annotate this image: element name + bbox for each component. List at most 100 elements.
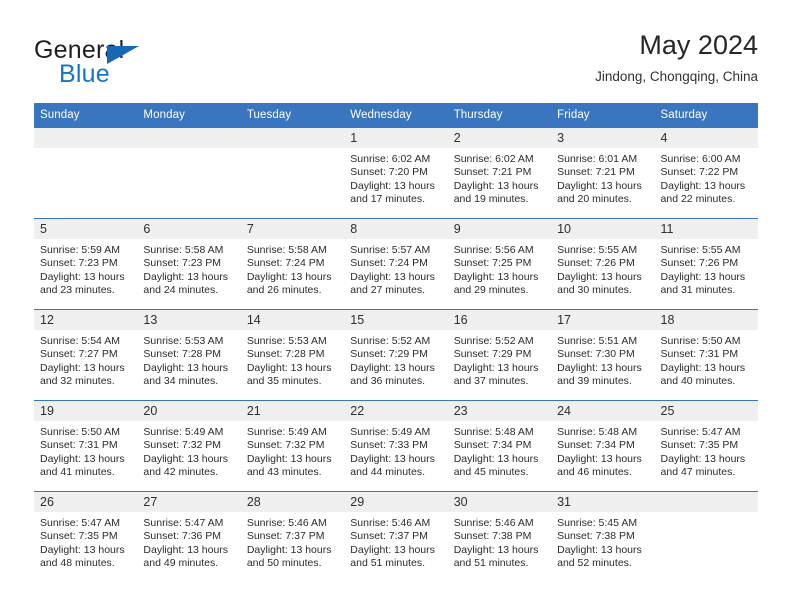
daylight-text-line2: and 49 minutes.	[143, 557, 219, 570]
calendar-day-cell[interactable]	[34, 128, 138, 219]
day-number: 29	[344, 492, 448, 512]
sunrise-text: Sunrise: 5:52 AM	[350, 335, 431, 347]
calendar-day-cell[interactable]: 4 Sunrise: 6:00 AM Sunset: 7:22 PM Dayli…	[654, 128, 758, 219]
sunset-text: Sunset: 7:29 PM	[350, 348, 428, 361]
daylight-text-line2: and 51 minutes.	[453, 557, 529, 570]
day-details: Sunrise: 5:52 AM Sunset: 7:29 PM Dayligh…	[448, 330, 551, 389]
calendar-day-cell[interactable]: 16 Sunrise: 5:52 AM Sunset: 7:29 PM Dayl…	[447, 309, 552, 401]
sunrise-text: Sunrise: 5:47 AM	[143, 517, 224, 529]
day-details	[137, 148, 240, 153]
calendar-day-cell[interactable]: 20 Sunrise: 5:49 AM Sunset: 7:32 PM Dayl…	[137, 400, 241, 492]
brand-logo[interactable]: General Blue	[34, 36, 234, 92]
daylight-text-line2: and 36 minutes.	[350, 375, 425, 388]
sunset-text: Sunset: 7:26 PM	[557, 257, 635, 270]
calendar-day-cell[interactable]: 11 Sunrise: 5:55 AM Sunset: 7:26 PM Dayl…	[654, 218, 758, 310]
calendar-day-cell[interactable]	[137, 128, 241, 219]
calendar-day-cell[interactable]: 31 Sunrise: 5:45 AM Sunset: 7:38 PM Dayl…	[551, 491, 655, 582]
sunset-text: Sunset: 7:29 PM	[453, 348, 532, 361]
daylight-text-line1: Daylight: 13 hours	[557, 361, 642, 374]
daylight-text-line1: Daylight: 13 hours	[143, 270, 229, 283]
daylight-text-line1: Daylight: 13 hours	[143, 452, 229, 465]
calendar-day-cell[interactable]: 12 Sunrise: 5:54 AM Sunset: 7:27 PM Dayl…	[34, 309, 138, 401]
calendar-day-cell[interactable]: 25 Sunrise: 5:47 AM Sunset: 7:35 PM Dayl…	[654, 400, 758, 492]
calendar-day-cell[interactable]: 29 Sunrise: 5:46 AM Sunset: 7:37 PM Dayl…	[344, 491, 448, 582]
calendar-table: Sunday Monday Tuesday Wednesday Thursday…	[34, 103, 758, 582]
day-number: 17	[551, 310, 655, 330]
page-title: May 2024	[639, 30, 758, 60]
sunset-text: Sunset: 7:35 PM	[660, 439, 739, 452]
daylight-text-line2: and 27 minutes.	[350, 284, 425, 297]
sunrise-text: Sunrise: 6:02 AM	[350, 153, 431, 165]
day-details: Sunrise: 5:53 AM Sunset: 7:28 PM Dayligh…	[137, 330, 240, 389]
calendar-day-cell[interactable]: 17 Sunrise: 5:51 AM Sunset: 7:30 PM Dayl…	[551, 309, 655, 401]
calendar-day-cell[interactable]: 24 Sunrise: 5:48 AM Sunset: 7:34 PM Dayl…	[551, 400, 655, 492]
calendar-day-cell[interactable]: 1 Sunrise: 6:02 AM Sunset: 7:20 PM Dayli…	[344, 128, 448, 219]
calendar-day-cell[interactable]: 5 Sunrise: 5:59 AM Sunset: 7:23 PM Dayli…	[34, 218, 138, 310]
day-number: 12	[34, 310, 138, 330]
calendar-day-cell[interactable]: 10 Sunrise: 5:55 AM Sunset: 7:26 PM Dayl…	[551, 218, 655, 310]
sunrise-text: Sunrise: 5:53 AM	[246, 335, 327, 347]
calendar-day-cell[interactable]: 22 Sunrise: 5:49 AM Sunset: 7:33 PM Dayl…	[344, 400, 448, 492]
calendar-day-cell[interactable]: 27 Sunrise: 5:47 AM Sunset: 7:36 PM Dayl…	[137, 491, 241, 582]
daylight-text-line1: Daylight: 13 hours	[350, 179, 435, 192]
day-number: 22	[344, 401, 448, 421]
sunset-text: Sunset: 7:37 PM	[350, 530, 428, 543]
calendar-day-cell[interactable]: 7 Sunrise: 5:58 AM Sunset: 7:24 PM Dayli…	[240, 218, 345, 310]
calendar-day-cell[interactable]	[240, 128, 345, 219]
sunrise-text: Sunrise: 5:51 AM	[557, 335, 638, 347]
calendar-day-cell[interactable]: 28 Sunrise: 5:46 AM Sunset: 7:37 PM Dayl…	[240, 491, 345, 582]
daylight-text-line1: Daylight: 13 hours	[143, 543, 229, 556]
calendar-day-cell[interactable]: 8 Sunrise: 5:57 AM Sunset: 7:24 PM Dayli…	[344, 218, 448, 310]
calendar-day-cell[interactable]: 18 Sunrise: 5:50 AM Sunset: 7:31 PM Dayl…	[654, 309, 758, 401]
day-number: 7	[240, 219, 345, 239]
sunset-text: Sunset: 7:22 PM	[660, 166, 739, 179]
calendar-day-cell[interactable]: 21 Sunrise: 5:49 AM Sunset: 7:32 PM Dayl…	[240, 400, 345, 492]
calendar-day-cell[interactable]	[654, 491, 758, 582]
calendar-week-row: 26 Sunrise: 5:47 AM Sunset: 7:35 PM Dayl…	[34, 491, 758, 582]
day-number: 31	[551, 492, 655, 512]
sunrise-text: Sunrise: 5:55 AM	[660, 244, 741, 256]
day-details: Sunrise: 6:00 AM Sunset: 7:22 PM Dayligh…	[655, 148, 758, 207]
calendar-day-cell[interactable]: 26 Sunrise: 5:47 AM Sunset: 7:35 PM Dayl…	[34, 491, 138, 582]
calendar-day-cell[interactable]: 15 Sunrise: 5:52 AM Sunset: 7:29 PM Dayl…	[344, 309, 448, 401]
calendar-day-cell[interactable]: 19 Sunrise: 5:50 AM Sunset: 7:31 PM Dayl…	[34, 400, 138, 492]
calendar-day-cell[interactable]: 2 Sunrise: 6:02 AM Sunset: 7:21 PM Dayli…	[447, 128, 552, 219]
day-details: Sunrise: 5:53 AM Sunset: 7:28 PM Dayligh…	[241, 330, 344, 389]
day-number: 13	[137, 310, 241, 330]
weekday-header-monday: Monday	[137, 103, 241, 128]
day-details: Sunrise: 6:02 AM Sunset: 7:21 PM Dayligh…	[448, 148, 551, 207]
sunset-text: Sunset: 7:31 PM	[40, 439, 118, 452]
daylight-text-line2: and 46 minutes.	[557, 466, 632, 479]
calendar-day-cell[interactable]: 14 Sunrise: 5:53 AM Sunset: 7:28 PM Dayl…	[240, 309, 345, 401]
brand-name-blue: Blue	[59, 60, 110, 88]
daylight-text-line2: and 43 minutes.	[246, 466, 322, 479]
sunrise-text: Sunrise: 5:49 AM	[143, 426, 224, 438]
page-subtitle: Jindong, Chongqing, China	[595, 69, 758, 84]
daylight-text-line1: Daylight: 13 hours	[143, 361, 229, 374]
day-number: 16	[447, 310, 552, 330]
day-details: Sunrise: 5:57 AM Sunset: 7:24 PM Dayligh…	[344, 239, 447, 298]
daylight-text-line1: Daylight: 13 hours	[453, 543, 539, 556]
calendar-day-cell[interactable]: 23 Sunrise: 5:48 AM Sunset: 7:34 PM Dayl…	[447, 400, 552, 492]
daylight-text-line2: and 32 minutes.	[40, 375, 115, 388]
daylight-text-line2: and 35 minutes.	[246, 375, 322, 388]
day-number: 6	[137, 219, 241, 239]
daylight-text-line1: Daylight: 13 hours	[557, 179, 642, 192]
daylight-text-line2: and 34 minutes.	[143, 375, 219, 388]
sunset-text: Sunset: 7:32 PM	[143, 439, 222, 452]
sunrise-text: Sunrise: 6:02 AM	[453, 153, 534, 165]
calendar-day-cell[interactable]: 3 Sunrise: 6:01 AM Sunset: 7:21 PM Dayli…	[551, 128, 655, 219]
daylight-text-line2: and 39 minutes.	[557, 375, 632, 388]
calendar-day-cell[interactable]: 6 Sunrise: 5:58 AM Sunset: 7:23 PM Dayli…	[137, 218, 241, 310]
calendar-day-cell[interactable]: 9 Sunrise: 5:56 AM Sunset: 7:25 PM Dayli…	[447, 218, 552, 310]
daylight-text-line1: Daylight: 13 hours	[660, 452, 746, 465]
day-details	[241, 148, 344, 153]
sunrise-text: Sunrise: 5:46 AM	[246, 517, 327, 529]
daylight-text-line2: and 29 minutes.	[453, 284, 529, 297]
sunset-text: Sunset: 7:21 PM	[557, 166, 635, 179]
day-details: Sunrise: 5:58 AM Sunset: 7:24 PM Dayligh…	[241, 239, 344, 298]
calendar-day-cell[interactable]: 30 Sunrise: 5:46 AM Sunset: 7:38 PM Dayl…	[447, 491, 552, 582]
daylight-text-line2: and 44 minutes.	[350, 466, 425, 479]
calendar-week-row: 12 Sunrise: 5:54 AM Sunset: 7:27 PM Dayl…	[34, 309, 758, 401]
calendar-day-cell[interactable]: 13 Sunrise: 5:53 AM Sunset: 7:28 PM Dayl…	[137, 309, 241, 401]
